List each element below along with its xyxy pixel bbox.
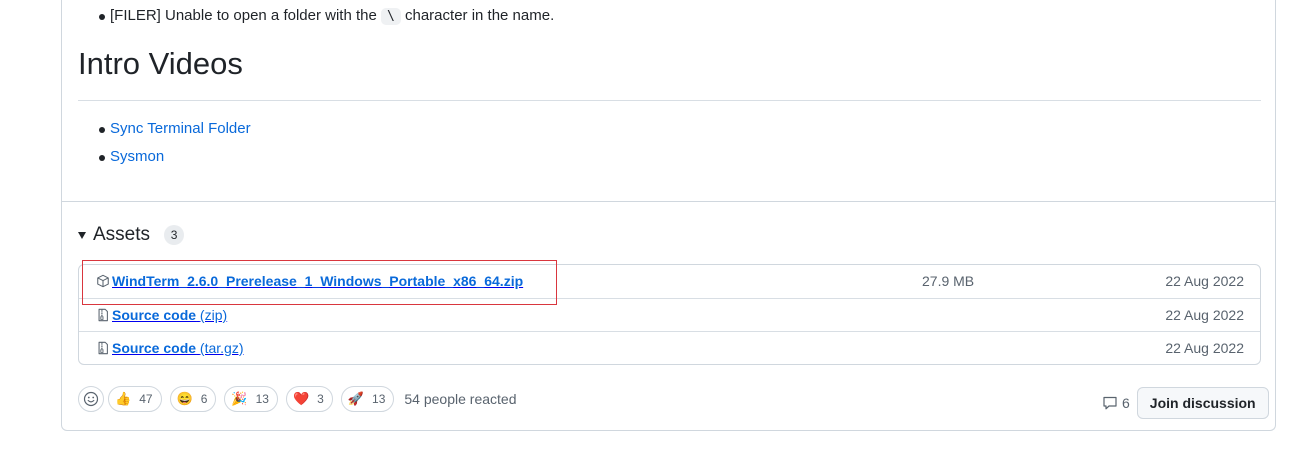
asset-download-link[interactable]: WindTerm_2.6.0_Prerelease_1_Windows_Port… xyxy=(112,273,523,290)
reaction-count: 47 xyxy=(139,392,153,406)
party-popper-icon: 🎉 xyxy=(231,391,248,406)
asset-name: Source code xyxy=(112,340,197,356)
asset-ext: (zip) xyxy=(199,307,228,323)
reaction-count: 13 xyxy=(255,392,269,406)
intro-videos-heading: Intro Videos xyxy=(78,46,243,81)
heart-icon: ❤️ xyxy=(292,391,310,406)
reaction-count: 6 xyxy=(200,392,208,406)
reaction-hooray[interactable]: 🎉 13 xyxy=(224,386,278,412)
rocket-icon: 🚀 xyxy=(347,391,365,406)
release-card: [FILER] Unable to open a folder with the… xyxy=(61,0,1276,431)
thumbs-up-icon: 👍 xyxy=(115,391,132,406)
assets-title: Assets xyxy=(93,224,151,245)
asset-row: Source code (zip) 22 Aug 2022 xyxy=(79,298,1260,331)
reaction-count: 13 xyxy=(372,392,386,406)
reactions-bar: 👍 47 😄 6 🎉 13 ❤️ 3 🚀 13 54 people reacte… xyxy=(78,386,516,412)
heading-divider xyxy=(78,100,1261,101)
source-code-zip-link[interactable]: Source code (zip) xyxy=(112,307,227,324)
reaction-thumbs-up[interactable]: 👍 47 xyxy=(108,386,162,412)
file-zip-icon xyxy=(98,341,108,355)
join-discussion-button[interactable]: Join discussion xyxy=(1136,387,1269,419)
smiley-icon xyxy=(83,391,99,407)
assets-toggle[interactable]: Assets 3 xyxy=(78,224,185,246)
section-divider xyxy=(62,201,1275,202)
assets-count-badge: 3 xyxy=(164,225,185,245)
comment-count: 6 xyxy=(1122,395,1130,411)
asset-size: 27.9 MB xyxy=(922,273,975,289)
filer-bullet-list: [FILER] Unable to open a folder with the… xyxy=(78,6,554,27)
sysmon-link[interactable]: Sysmon xyxy=(110,148,164,165)
filer-text-prefix: [FILER] Unable to open a folder with the xyxy=(110,7,377,24)
package-icon xyxy=(97,274,109,288)
backslash-code: \ xyxy=(381,8,401,25)
sync-terminal-folder-link[interactable]: Sync Terminal Folder xyxy=(110,120,251,137)
assets-list: WindTerm_2.6.0_Prerelease_1_Windows_Port… xyxy=(78,264,1261,365)
asset-name: WindTerm_2.6.0_Prerelease_1_Windows_Port… xyxy=(112,273,524,289)
reactions-summary: 54 people reacted xyxy=(404,391,517,407)
list-item: Sync Terminal Folder xyxy=(78,119,251,139)
asset-row: Source code (tar.gz) 22 Aug 2022 xyxy=(79,331,1260,364)
laugh-icon: 😄 xyxy=(176,391,193,406)
add-reaction-button[interactable] xyxy=(78,386,104,412)
caret-down-icon xyxy=(78,231,86,239)
comment-count-link[interactable]: 6 xyxy=(1102,395,1130,411)
discussion-area: 6 Join discussion xyxy=(1102,387,1269,419)
asset-date: 22 Aug 2022 xyxy=(1165,273,1244,289)
reaction-count: 3 xyxy=(317,392,324,406)
asset-name: Source code xyxy=(112,307,197,323)
filer-text-suffix: character in the name. xyxy=(405,7,555,24)
asset-row: WindTerm_2.6.0_Prerelease_1_Windows_Port… xyxy=(79,265,1260,298)
intro-videos-list: Sync Terminal Folder Sysmon xyxy=(78,119,251,175)
asset-ext: (tar.gz) xyxy=(199,340,244,356)
reaction-laugh[interactable]: 😄 6 xyxy=(169,386,217,412)
asset-date: 22 Aug 2022 xyxy=(1165,307,1244,323)
list-item: Sysmon xyxy=(78,147,251,167)
reaction-rocket[interactable]: 🚀 13 xyxy=(340,386,395,412)
file-zip-icon xyxy=(98,308,108,322)
source-code-targz-link[interactable]: Source code (tar.gz) xyxy=(112,340,244,357)
filer-bullet-item: [FILER] Unable to open a folder with the… xyxy=(78,6,554,27)
comment-icon xyxy=(1103,396,1117,410)
asset-date: 22 Aug 2022 xyxy=(1165,340,1244,356)
reaction-heart[interactable]: ❤️ 3 xyxy=(285,386,333,412)
